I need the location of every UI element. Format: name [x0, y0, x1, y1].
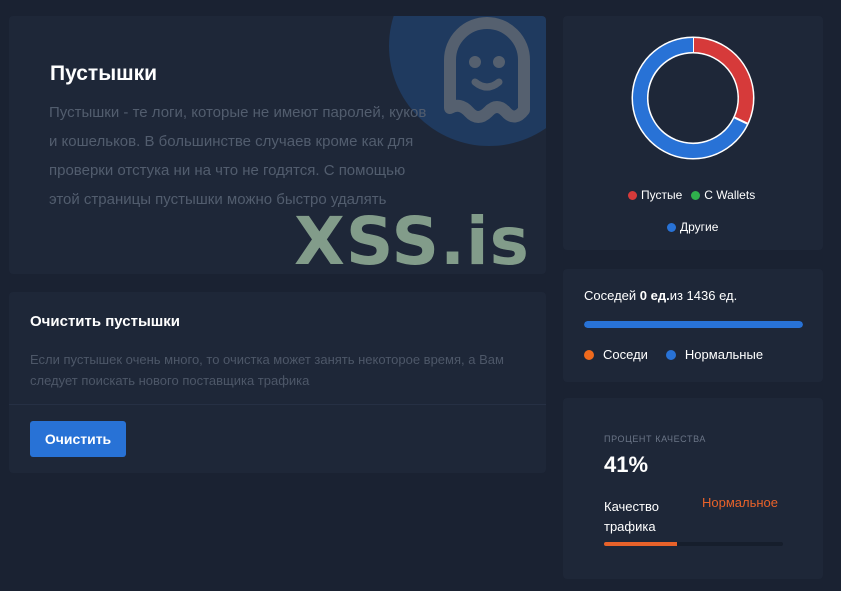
- legend-item-neighbours: Соседи: [584, 347, 648, 362]
- legend-label-wallets: С Wallets: [704, 188, 756, 202]
- neighbours-progress-fill: [584, 321, 803, 328]
- quality-progress-fill: [604, 542, 678, 546]
- page-title: Пустышки: [50, 62, 158, 85]
- legend-dot-empty: [628, 190, 637, 200]
- quality-progress-bar: [604, 542, 783, 546]
- legend-label-empty: Пустые: [641, 188, 683, 202]
- donut-chart: [631, 36, 755, 160]
- legend-dot-other: [667, 222, 676, 232]
- neighbours-prefix: Соседей: [584, 288, 637, 303]
- donut-chart-card: Пустые С Wallets Другие: [563, 16, 823, 250]
- clean-card: Очистить пустышки Если пустышек очень мн…: [9, 292, 546, 473]
- intro-description: Пустышки - те логи, которые не имеют пар…: [49, 104, 427, 208]
- legend-item-other[interactable]: Другие: [667, 220, 718, 234]
- chart-legend-row-1: Пустые С Wallets: [628, 188, 764, 202]
- traffic-quality-label: Качество трафика: [604, 499, 659, 534]
- chart-legend-row-2: Другие: [667, 220, 727, 234]
- legend-dot-normal: [665, 349, 676, 360]
- legend-item-normal: Нормальные: [665, 347, 764, 362]
- legend-label-normal: Нормальные: [684, 347, 764, 362]
- quality-label: ПРОЦЕНТ КАЧЕСТВА: [604, 434, 706, 444]
- intro-card: Пустышки Пустышки - те логи, которые не …: [9, 16, 546, 274]
- watermark-text: XSS.is: [294, 203, 530, 274]
- quality-status: Нормальное: [702, 495, 779, 510]
- neighbours-card: Соседей 0 ед.из 1436 ед. Соседи Нормальн…: [563, 269, 823, 382]
- legend-item-wallets[interactable]: С Wallets: [691, 188, 755, 202]
- neighbours-progress-bar: [584, 321, 803, 328]
- ghost-icon: [444, 17, 530, 123]
- neighbours-total: из 1436 ед.: [669, 288, 738, 303]
- legend-dot-wallets: [691, 190, 701, 200]
- clean-description: Если пустышек очень много, то очистка мо…: [30, 352, 504, 388]
- quality-value: 41%: [604, 452, 649, 477]
- quality-card: ПРОЦЕНТ КАЧЕСТВА 41% Качество трафика Но…: [563, 398, 823, 579]
- legend-item-empty[interactable]: Пустые: [628, 188, 682, 202]
- divider: [9, 404, 546, 405]
- legend-label-other: Другие: [680, 220, 719, 234]
- neighbours-summary: Соседей 0 ед.из 1436 ед.: [584, 288, 737, 303]
- clean-button[interactable]: Очистить: [30, 421, 126, 457]
- neighbours-legend: Соседи Нормальные: [584, 347, 781, 362]
- clean-title: Очистить пустышки: [30, 313, 180, 330]
- donut-hole: [648, 53, 738, 143]
- legend-label-neighbours: Соседи: [603, 347, 648, 362]
- neighbours-count: 0 ед.: [639, 288, 670, 303]
- legend-dot-neighbours: [584, 349, 594, 360]
